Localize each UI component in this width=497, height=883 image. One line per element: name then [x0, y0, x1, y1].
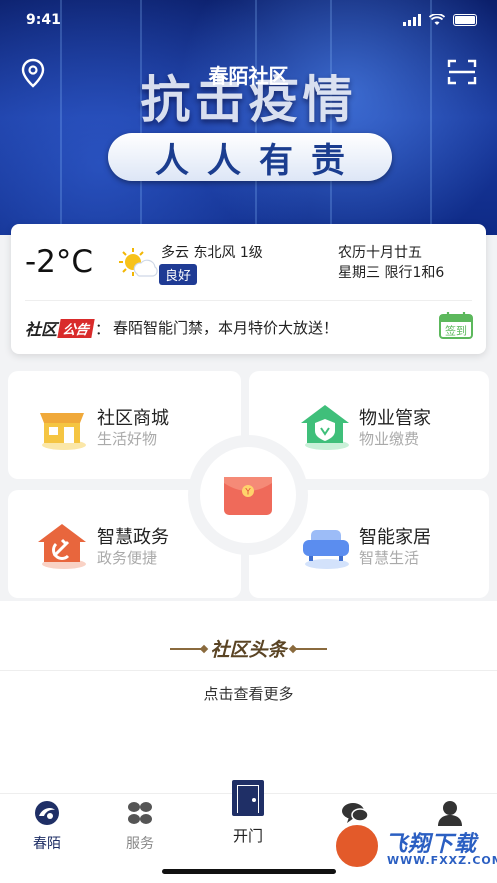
tab-open-door[interactable]: 开门	[218, 778, 278, 846]
watermark-emblem	[333, 822, 381, 870]
sofa-icon	[303, 530, 349, 569]
service-title: 智能家居	[359, 527, 431, 548]
notice-separator: ：	[95, 319, 111, 338]
grid-icon	[128, 802, 152, 824]
watermark-url: WWW.FXXZ.COM	[387, 854, 497, 867]
service-subtitle: 生活好物	[97, 430, 158, 448]
headlines-divider	[0, 670, 497, 671]
red-envelope-button[interactable]: Y	[200, 447, 296, 543]
service-title: 物业管家	[359, 408, 431, 429]
banner-slogan: 人人有责	[108, 133, 392, 181]
service-title: 社区商城	[97, 408, 169, 429]
temperature: -2°C	[25, 244, 94, 280]
headlines-section: 社区头条 点击查看更多	[0, 601, 497, 793]
home-indicator	[162, 869, 336, 874]
page-title: 春陌社区	[208, 64, 289, 88]
banner: 9:41 抗击疫情 人人有责 春陌社区	[0, 0, 497, 235]
notice-logo-part2: 公告	[57, 318, 95, 338]
service-subtitle: 物业缴费	[359, 430, 420, 448]
view-more-link[interactable]: 点击查看更多	[0, 683, 497, 704]
notice-logo: 社区 公告 ：	[25, 316, 110, 340]
svg-text:Y: Y	[244, 488, 251, 498]
lunar-date: 农历十月廿五	[338, 245, 422, 261]
checkin-label: 签到	[445, 324, 467, 338]
weekday-restriction: 星期三 限行1和6	[338, 265, 445, 281]
party-house-icon	[38, 524, 86, 569]
card-divider	[25, 300, 472, 301]
tab-home[interactable]: 春陌	[17, 800, 77, 853]
wifi-icon	[429, 14, 445, 25]
checkin-button[interactable]: 签到	[438, 310, 474, 340]
service-title: 智慧政务	[97, 527, 169, 548]
tab-services[interactable]: 服务	[110, 800, 170, 853]
weather-description: 多云 东北风 1级	[161, 245, 263, 261]
partly-cloudy-icon	[119, 248, 158, 277]
headlines-title-text: 社区头条	[210, 639, 287, 661]
weather-card: -2°C 多云 东北风 1级 良好 农历十月廿五 星期三 限行1和6 社区 公告…	[11, 224, 486, 354]
scan-icon[interactable]	[447, 58, 477, 86]
house-shield-icon	[301, 405, 349, 450]
banner-slogan-text: 人人有责	[155, 140, 363, 181]
status-icons	[403, 14, 477, 26]
door-icon	[232, 780, 264, 816]
service-subtitle: 政务便捷	[97, 549, 158, 567]
tab-label: 开门	[232, 827, 263, 845]
status-bar: 9:41	[0, 8, 497, 32]
title-ornament	[170, 647, 205, 650]
signal-icon	[403, 14, 421, 26]
service-subtitle: 智慧生活	[359, 549, 420, 567]
notice-logo-part1: 社区	[25, 320, 58, 339]
red-envelope-icon: Y	[224, 477, 272, 515]
air-quality-badge: 良好	[159, 264, 198, 285]
title-ornament	[292, 647, 327, 650]
tab-label: 春陌	[33, 836, 61, 852]
battery-icon	[453, 14, 477, 26]
headlines-title: 社区头条	[0, 635, 497, 662]
notice-text[interactable]: 春陌智能门禁，本月特价大放送！	[113, 317, 338, 338]
watermark-logo: 飞翔下载 WWW.FXXZ.COM	[333, 820, 497, 876]
tab-label: 服务	[126, 836, 154, 852]
shop-icon	[40, 413, 86, 450]
status-time: 9:41	[26, 12, 61, 28]
home-logo-icon	[35, 801, 59, 825]
